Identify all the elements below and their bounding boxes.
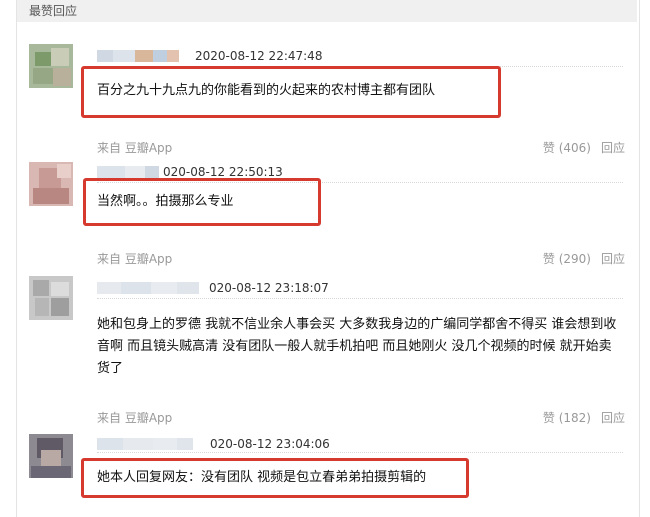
comment-actions: 赞 (182) 回应 — [533, 409, 625, 426]
comment-1: 2020-08-12 22:47:48 百分之九十九点九的你能看到的火起来的农村… — [17, 22, 637, 160]
username[interactable] — [97, 50, 179, 62]
like-button[interactable]: 赞 (182) — [543, 411, 591, 425]
username[interactable] — [97, 166, 159, 178]
comment-actions: 赞 (406) 回应 — [533, 139, 625, 156]
divider-dotted — [97, 452, 623, 453]
section-title: 最赞回应 — [17, 0, 637, 22]
username[interactable] — [97, 282, 199, 294]
reply-button[interactable]: 回应 — [601, 411, 625, 425]
source-label: 来自 豆瓣App — [97, 141, 173, 155]
comment-text-line: 她和包身上的罗德 我就不信业余人事会买 大多数我身边的广编同学都舍不得买 谁会想… — [97, 317, 617, 332]
comment-timestamp: 2020-08-12 22:47:48 — [195, 49, 323, 63]
comment-text: 百分之九十九点九的你能看到的火起来的农村博主都有团队 — [97, 83, 436, 98]
comment-text: 她本人回复网友：没有团队 视频是包立春弟弟拍摄剪辑的 — [97, 470, 427, 485]
comment-meta: 2020-08-12 22:47:48 — [97, 48, 617, 64]
comment-2: 020-08-12 22:50:13 当然啊。。拍摄那么专业 来自 豆瓣App … — [17, 160, 637, 266]
comment-text-line: 货了 — [97, 361, 124, 376]
source-label: 来自 豆瓣App — [97, 411, 173, 425]
comment-text: 当然啊。。拍摄那么专业 — [97, 194, 234, 209]
comment-text-line: 音啊 而且镜头贼高清 没有团队一般人就手机拍吧 而且她刚火 没几个视频的时候 就… — [97, 339, 612, 354]
comment-timestamp: 020-08-12 23:18:07 — [209, 281, 329, 295]
like-button[interactable]: 赞 (406) — [543, 141, 591, 155]
comment-meta: 020-08-12 23:18:07 — [97, 280, 617, 296]
comment-3: 020-08-12 23:18:07 她和包身上的罗德 我就不信业余人事会买 大… — [17, 274, 637, 426]
comment-timestamp: 020-08-12 23:04:06 — [210, 437, 330, 451]
comment-4: 020-08-12 23:04:06 她本人回复网友：没有团队 视频是包立春弟弟… — [17, 430, 637, 517]
reply-button[interactable]: 回应 — [601, 141, 625, 155]
avatar[interactable] — [29, 44, 73, 88]
like-button[interactable]: 赞 (290) — [543, 252, 591, 266]
avatar[interactable] — [29, 162, 73, 206]
comment-actions: 赞 (290) 回应 — [533, 250, 625, 267]
divider-dotted — [97, 298, 623, 299]
avatar[interactable] — [29, 276, 73, 320]
avatar[interactable] — [29, 434, 73, 478]
username[interactable] — [97, 438, 193, 450]
reply-button[interactable]: 回应 — [601, 252, 625, 266]
source-label: 来自 豆瓣App — [97, 252, 173, 266]
comment-meta: 020-08-12 23:04:06 — [97, 436, 617, 452]
